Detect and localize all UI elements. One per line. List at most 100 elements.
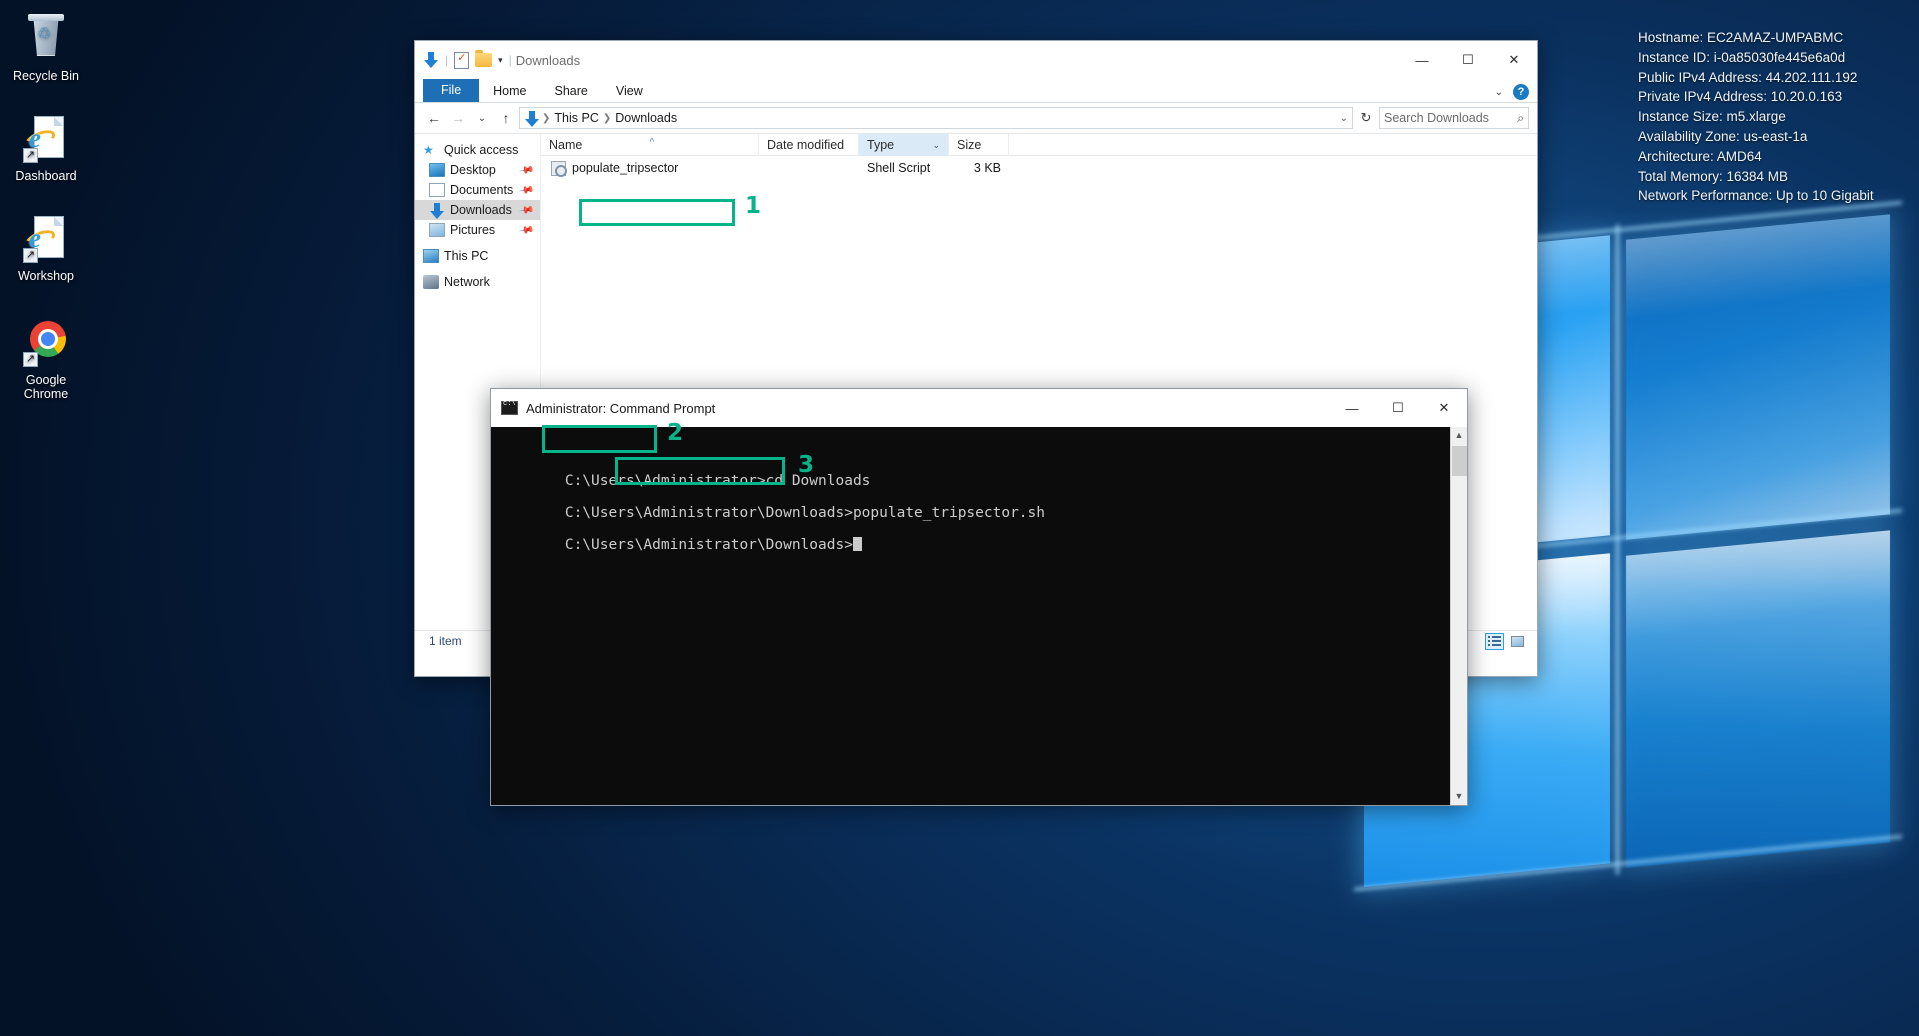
annotation-number-3: 3 bbox=[798, 452, 815, 478]
status-item-count: 1 item bbox=[429, 634, 462, 648]
instance-info-overlay: Hostname: EC2AMAZ-UMPABMC Instance ID: i… bbox=[1638, 28, 1874, 206]
breadcrumb-downloads[interactable]: Downloads bbox=[615, 111, 677, 125]
pin-icon: 📌 bbox=[517, 201, 535, 219]
search-input[interactable]: Search Downloads ⌕ bbox=[1379, 107, 1529, 129]
command-cd-downloads: cd Downloads bbox=[765, 473, 871, 489]
ribbon-collapse-chevron-icon[interactable]: ⌄ bbox=[1495, 87, 1503, 98]
up-button[interactable]: ↑ bbox=[495, 107, 517, 129]
windows-desktop: ♲ Recycle Bin e ↗ Dashboard e ↗ Workshop… bbox=[0, 0, 1919, 1036]
command-prompt-title-bar[interactable]: Administrator: Command Prompt — ☐ ✕ bbox=[491, 389, 1467, 427]
properties-icon[interactable] bbox=[454, 51, 470, 69]
forward-button[interactable]: → bbox=[447, 107, 469, 129]
terminal-prompt: C:\Users\Administrator\Downloads> bbox=[564, 505, 853, 521]
sidebar-item-downloads[interactable]: Downloads 📌 bbox=[415, 200, 540, 220]
command-populate-tripsector-sh: populate_tripsector.sh bbox=[852, 505, 1045, 521]
google-chrome-shortcut-icon: ↗ bbox=[22, 318, 70, 368]
sidebar-item-label: This PC bbox=[444, 249, 489, 263]
table-row[interactable]: populate_tripsector Shell Script 3 KB bbox=[541, 156, 1537, 180]
explorer-maximize-button[interactable]: ☐ bbox=[1445, 41, 1491, 79]
shell-script-file-icon bbox=[551, 160, 567, 177]
scroll-up-button[interactable]: ▲ bbox=[1451, 427, 1467, 444]
qat-divider: | bbox=[508, 53, 512, 67]
breadcrumb-this-pc[interactable]: This PC bbox=[554, 111, 598, 125]
column-label: Size bbox=[957, 137, 982, 152]
sidebar-item-label: Desktop bbox=[450, 163, 496, 177]
desktop-icon-label: Workshop bbox=[17, 269, 75, 283]
explorer-ribbon-tabs: File Home Share View ⌄ ? bbox=[415, 79, 1537, 103]
column-headers: ^ Name Date modified Type ⌄ Size bbox=[541, 133, 1537, 156]
info-line: Total Memory: 16384 MB bbox=[1638, 168, 1789, 184]
explorer-close-button[interactable]: ✕ bbox=[1491, 41, 1537, 79]
terminal-output[interactable]: C:\Users\Administrator>cd Downloads C:\U… bbox=[491, 427, 1467, 805]
sidebar-item-network[interactable]: Network bbox=[415, 272, 540, 292]
documents-icon bbox=[429, 183, 445, 197]
sidebar-item-quick-access[interactable]: ★ Quick access bbox=[415, 140, 540, 160]
column-header-date-modified[interactable]: Date modified bbox=[759, 133, 859, 156]
column-label: Type bbox=[867, 137, 895, 152]
terminal-scrollbar[interactable]: ▲ ▼ bbox=[1450, 427, 1467, 805]
file-size: 3 KB bbox=[973, 161, 1001, 175]
column-header-type[interactable]: Type ⌄ bbox=[859, 133, 949, 156]
quick-access-toolbar: | ▾ | bbox=[423, 50, 512, 69]
explorer-window-title: Downloads bbox=[515, 52, 581, 68]
pin-icon: 📌 bbox=[517, 161, 535, 179]
column-label: Date modified bbox=[767, 137, 845, 152]
explorer-minimize-button[interactable]: — bbox=[1399, 41, 1445, 79]
ribbon-tab-view[interactable]: View bbox=[602, 81, 657, 102]
column-header-name[interactable]: ^ Name bbox=[541, 133, 759, 156]
address-bar[interactable]: ❯ This PC ❯ Downloads ⌄ bbox=[519, 107, 1353, 129]
help-icon[interactable]: ? bbox=[1513, 84, 1529, 100]
sidebar-item-pictures[interactable]: Pictures 📌 bbox=[415, 220, 540, 240]
explorer-title-bar[interactable]: | ▾ | Downloads — ☐ ✕ bbox=[415, 41, 1537, 79]
internet-explorer-shortcut-icon: e ↗ bbox=[22, 214, 70, 264]
explorer-navigation-bar: ← → ⌄ ↑ ❯ This PC ❯ Downloads ⌄ ↻ Search… bbox=[415, 103, 1537, 133]
back-button[interactable]: ← bbox=[423, 107, 445, 129]
desktop-icon-label: Dashboard bbox=[15, 169, 77, 183]
desktop-icon-workshop[interactable]: e ↗ Workshop bbox=[2, 214, 90, 283]
sidebar-item-documents[interactable]: Documents 📌 bbox=[415, 180, 540, 200]
pictures-icon bbox=[429, 223, 445, 237]
desktop-icon-dashboard[interactable]: e ↗ Dashboard bbox=[2, 114, 90, 183]
info-line: Hostname: EC2AMAZ-UMPABMC bbox=[1638, 30, 1844, 45]
desktop-icon-google-chrome[interactable]: ↗ Google Chrome bbox=[2, 318, 90, 401]
info-line: Public IPv4 Address: 44.202.111.192 bbox=[1638, 69, 1858, 85]
scroll-down-button[interactable]: ▼ bbox=[1451, 788, 1467, 805]
desktop-icon bbox=[429, 163, 445, 177]
downloads-icon bbox=[429, 203, 445, 219]
this-pc-icon bbox=[423, 249, 439, 263]
cmd-maximize-button[interactable]: ☐ bbox=[1375, 389, 1421, 427]
desktop-icon-recycle-bin[interactable]: ♲ Recycle Bin bbox=[2, 14, 90, 83]
cmd-close-button[interactable]: ✕ bbox=[1421, 389, 1467, 427]
file-populate-tripsector[interactable]: populate_tripsector bbox=[541, 160, 759, 177]
customize-qat-chevron-icon[interactable]: ▾ bbox=[498, 55, 503, 66]
terminal-prompt: C:\Users\Administrator\Downloads> bbox=[564, 537, 853, 553]
search-icon: ⌕ bbox=[1517, 110, 1524, 125]
sidebar-item-desktop[interactable]: Desktop 📌 bbox=[415, 160, 540, 180]
details-view-button[interactable] bbox=[1485, 632, 1504, 650]
refresh-button[interactable]: ↻ bbox=[1355, 107, 1377, 129]
ribbon-tab-home[interactable]: Home bbox=[479, 81, 540, 102]
file-name-label: populate_tripsector bbox=[572, 161, 679, 175]
downloads-arrow-icon[interactable] bbox=[423, 52, 439, 68]
new-folder-icon[interactable] bbox=[475, 50, 493, 67]
recent-locations-button[interactable]: ⌄ bbox=[471, 107, 493, 129]
ribbon-tab-file[interactable]: File bbox=[423, 79, 480, 102]
sidebar-item-this-pc[interactable]: This PC bbox=[415, 246, 540, 266]
column-header-size[interactable]: Size bbox=[949, 133, 1009, 156]
info-line: Network Performance: Up to 10 Gigabit bbox=[1638, 188, 1874, 204]
cmd-minimize-button[interactable]: — bbox=[1329, 389, 1375, 427]
sidebar-item-label: Downloads bbox=[450, 203, 512, 217]
scrollbar-thumb[interactable] bbox=[1452, 446, 1467, 476]
ribbon-tab-share[interactable]: Share bbox=[541, 81, 602, 102]
star-icon: ★ bbox=[423, 143, 434, 157]
sidebar-item-label: Quick access bbox=[444, 143, 519, 157]
details-view-icon bbox=[1488, 636, 1501, 647]
internet-explorer-shortcut-icon: e ↗ bbox=[22, 114, 70, 164]
info-line: Availability Zone: us-east-1a bbox=[1638, 128, 1808, 144]
downloads-arrow-icon bbox=[524, 111, 539, 127]
pin-icon: 📌 bbox=[517, 221, 535, 239]
column-filter-chevron-icon[interactable]: ⌄ bbox=[932, 134, 940, 156]
address-dropdown-chevron-icon[interactable]: ⌄ bbox=[1340, 113, 1348, 124]
large-icons-view-button[interactable] bbox=[1508, 633, 1527, 650]
network-icon bbox=[423, 275, 439, 289]
